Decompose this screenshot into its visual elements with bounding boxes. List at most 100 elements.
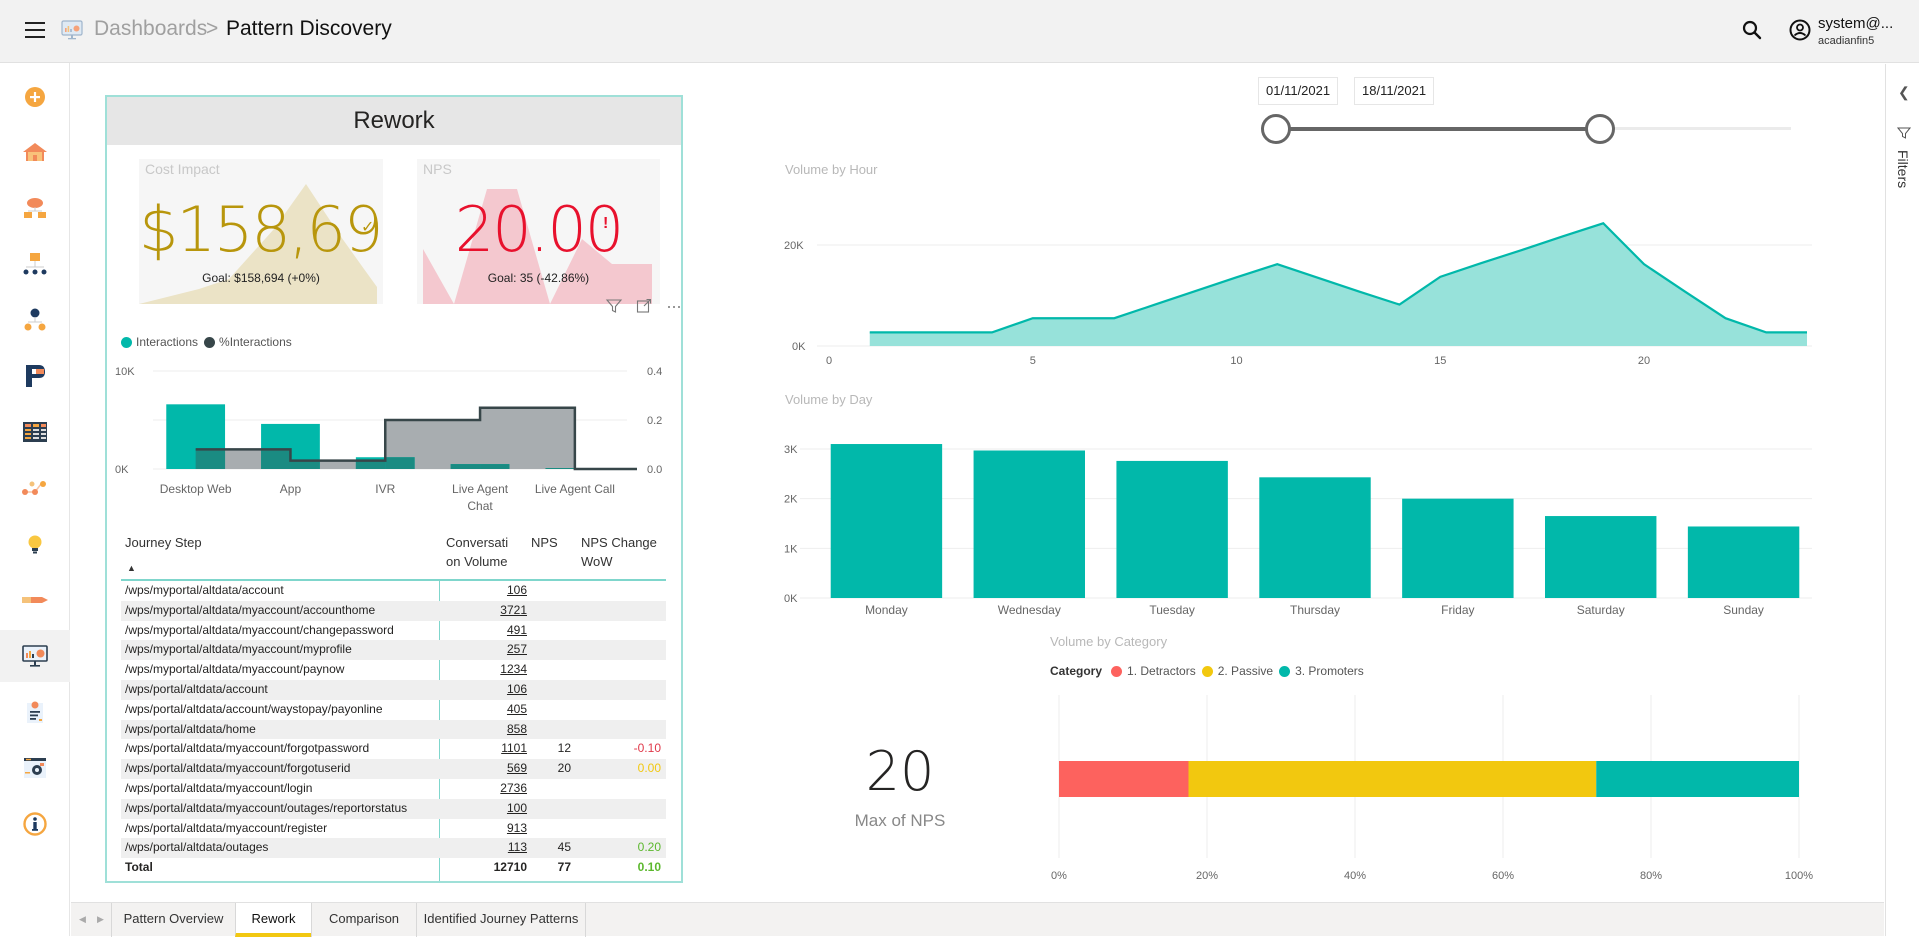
legend-label-passive[interactable]: 2. Passive [1218, 664, 1273, 678]
header-nps[interactable]: NPS [531, 533, 558, 552]
tab-comparison[interactable]: Comparison [311, 903, 416, 937]
tab-pattern-overview[interactable]: Pattern Overview [111, 903, 235, 937]
sidebar-item-home[interactable] [0, 126, 70, 178]
nps-change-cell: -0.10 [633, 741, 661, 756]
table-row[interactable]: /wps/myportal/altdata/myaccount/changepa… [121, 621, 666, 641]
tab-next-icon[interactable]: ▶ [97, 914, 104, 925]
tab-prev-icon[interactable]: ◀ [79, 914, 86, 925]
volume-by-hour-chart[interactable]: 20K 0K 0 5 10 15 20 [770, 180, 1820, 370]
sidebar-item-info[interactable] [0, 798, 70, 850]
start-date-input[interactable]: 01/11/2021 [1258, 77, 1339, 105]
volume-cell[interactable]: 569 [431, 759, 527, 779]
volume-cell[interactable]: 106 [431, 581, 527, 601]
y-tick: 0K [792, 341, 806, 353]
legend-label-promoters[interactable]: 3. Promoters [1295, 664, 1364, 678]
table-row[interactable]: /wps/portal/altdata/myaccount/register 91… [121, 819, 666, 839]
table-row[interactable]: /wps/portal/altdata/myaccount/outages/re… [121, 798, 666, 819]
day-bar [1687, 526, 1800, 598]
volume-by-category-chart[interactable]: 0% 20% 40% 60% 80% 100% [1040, 690, 1830, 890]
sidebar-item-reports[interactable] [0, 686, 70, 738]
header-nps-change[interactable]: NPS Change WoW [581, 533, 657, 571]
account-circle-icon[interactable] [1789, 19, 1811, 41]
table-row[interactable]: /wps/myportal/altdata/myaccount/accounth… [121, 600, 666, 621]
pencil-icon [22, 597, 48, 603]
volume-cell[interactable]: 3721 [431, 601, 527, 621]
journey-step-cell: /wps/portal/altdata/outages [125, 840, 269, 855]
user-name[interactable]: system@... [1818, 15, 1893, 32]
x-tick: 80% [1640, 870, 1662, 882]
date-slider-end-handle[interactable] [1585, 114, 1616, 144]
volume-by-day-chart[interactable]: 0K 1K 2K 3K Monday Wednesday Tuesday Thursday Fr… [770, 420, 1820, 625]
end-date-input[interactable]: 18/11/2021 [1354, 77, 1435, 105]
volume-cell[interactable]: 858 [431, 720, 527, 740]
channel-combo-chart[interactable]: 0K 10K 0.0 0.2 0.4 Desktop Web App IVR Live Agen… [107, 352, 681, 532]
dashboard-monitor-icon [22, 645, 48, 667]
sidebar-item-cloud[interactable] [0, 182, 70, 234]
sidebar-item-pencil[interactable] [0, 574, 70, 626]
table-row[interactable]: /wps/portal/altdata/account/waystopay/pa… [121, 700, 666, 720]
hamburger-icon[interactable] [25, 22, 45, 38]
table-row[interactable]: /wps/myportal/altdata/account 106 [121, 581, 666, 601]
volume-cell[interactable]: 257 [431, 640, 527, 660]
volume-cell[interactable]: 106 [431, 680, 527, 700]
table-row[interactable]: /wps/myportal/altdata/myaccount/myprofil… [121, 640, 666, 661]
volume-cell[interactable]: 405 [431, 700, 527, 720]
nps-kpi[interactable]: NPS 20.00 ! Goal: 35 (-42.86%) [417, 159, 660, 304]
header-conversation-volume[interactable]: Conversati on Volume [446, 533, 508, 571]
journey-step-cell: /wps/portal/altdata/account/waystopay/pa… [125, 701, 383, 716]
sidebar-item-table[interactable] [0, 406, 70, 458]
volume-cell[interactable]: 2736 [431, 779, 527, 799]
cost-impact-kpi[interactable]: Cost Impact $158,694 ✓ Goal: $158,694 (+… [139, 159, 383, 304]
volume-cell[interactable]: 1234 [431, 660, 527, 680]
filters-pane: ❮ Filters [1885, 64, 1919, 936]
day-bar [1116, 460, 1228, 598]
volume-cell[interactable]: 100 [431, 799, 527, 819]
org-chart-icon [24, 308, 46, 331]
sidebar-item-dashboards[interactable] [0, 630, 70, 682]
y-tick-right: 0.0 [647, 464, 662, 476]
chevron-left-icon[interactable]: ❮ [1898, 84, 1910, 101]
tab-rework[interactable]: Rework [235, 903, 311, 937]
sort-ascending-icon[interactable]: ▲ [127, 559, 136, 578]
search-icon[interactable] [1741, 19, 1763, 41]
more-options-icon[interactable] [665, 297, 683, 315]
sidebar-item-org[interactable] [0, 294, 70, 346]
legend-label-pct-interactions[interactable]: %Interactions [219, 335, 292, 349]
sidebar-item-ideas[interactable] [0, 518, 70, 570]
date-slider-range [1276, 127, 1601, 131]
table-row[interactable]: /wps/portal/altdata/home 858 [121, 719, 666, 740]
x-tick-label: Tuesday [1149, 603, 1195, 617]
legend-label-interactions[interactable]: Interactions [136, 335, 198, 349]
table-row[interactable]: /wps/portal/altdata/myaccount/forgotuser… [121, 759, 666, 779]
volume-cell[interactable]: 491 [431, 621, 527, 641]
sidebar-item-hierarchy[interactable] [0, 238, 70, 290]
volume-cell[interactable]: 1101 [431, 739, 527, 759]
filter-icon[interactable] [605, 297, 623, 315]
table-row[interactable]: /wps/portal/altdata/account 106 [121, 679, 666, 700]
filters-label[interactable]: Filters [1895, 150, 1911, 188]
table-row[interactable]: /wps/portal/altdata/myaccount/login 2736 [121, 779, 666, 799]
tab-identified-journey-patterns[interactable]: Identified Journey Patterns [416, 903, 586, 937]
date-slider-start-handle[interactable] [1261, 114, 1291, 144]
y-tick: 1K [784, 543, 798, 555]
volume-by-hour-title: Volume by Hour [785, 162, 878, 177]
legend-label-detractors[interactable]: 1. Detractors [1127, 664, 1196, 678]
focus-mode-icon[interactable] [635, 297, 653, 315]
volume-cell[interactable]: 913 [431, 819, 527, 839]
sidebar-item-p[interactable] [0, 350, 70, 402]
sidebar-item-nodes[interactable] [0, 462, 70, 514]
x-tick: 15 [1434, 355, 1446, 367]
table-row[interactable]: /wps/myportal/altdata/myaccount/paynow 12… [121, 660, 666, 680]
table-row[interactable]: /wps/portal/altdata/myaccount/forgotpass… [121, 739, 666, 759]
filter-icon [1897, 127, 1911, 139]
day-bar [1545, 516, 1657, 598]
table-row[interactable]: /wps/portal/altdata/outages 113 45 0.20 [121, 838, 666, 859]
breadcrumb-dashboards[interactable]: Dashboards [94, 17, 207, 41]
max-nps-label: Max of NPS [854, 811, 946, 830]
volume-cell[interactable]: 113 [431, 838, 527, 858]
sidebar-item-settings[interactable] [0, 742, 70, 794]
header-journey-step[interactable]: Journey Step [125, 533, 202, 552]
sidebar-item-add[interactable] [0, 71, 70, 123]
x-tick-label: App [280, 482, 302, 496]
x-tick-label: Desktop Web [160, 482, 232, 496]
